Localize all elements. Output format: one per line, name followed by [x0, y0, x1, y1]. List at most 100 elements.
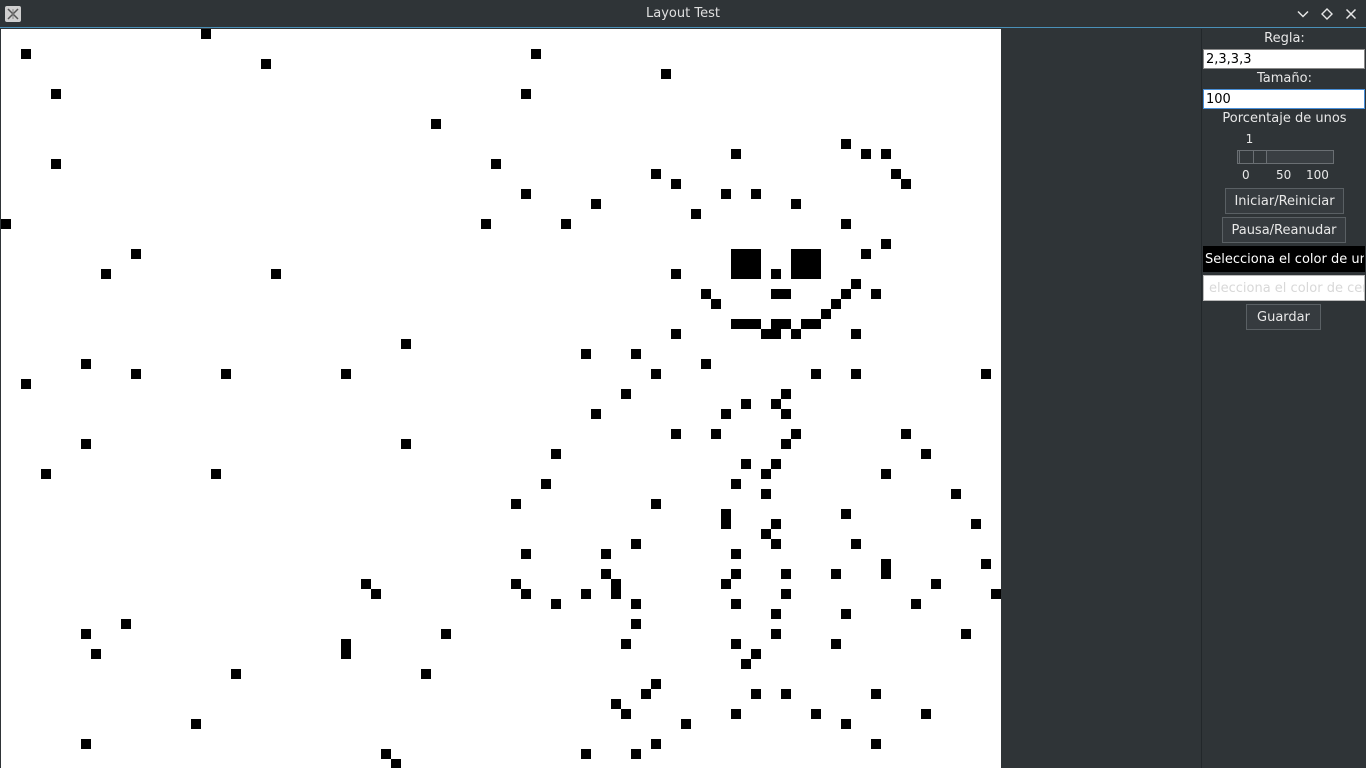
- live-cell: [131, 249, 141, 259]
- live-cell: [541, 479, 551, 489]
- live-cell: [781, 689, 791, 699]
- live-cell: [581, 349, 591, 359]
- live-cell: [771, 399, 781, 409]
- live-cell: [741, 459, 751, 469]
- size-input[interactable]: [1203, 89, 1365, 109]
- live-cell: [921, 709, 931, 719]
- live-cell: [851, 369, 861, 379]
- live-cell: [441, 629, 451, 639]
- live-cell: [721, 409, 731, 419]
- live-cell: [911, 599, 921, 609]
- live-cell: [521, 189, 531, 199]
- live-cell: [261, 59, 271, 69]
- live-cell: [771, 319, 781, 329]
- live-cell: [691, 209, 701, 219]
- zeros-color-button[interactable]: elecciona el color de cero: [1203, 275, 1365, 301]
- live-cell: [761, 469, 771, 479]
- live-cell: [721, 579, 731, 589]
- automaton-canvas[interactable]: [0, 29, 1001, 768]
- live-cell: [861, 149, 871, 159]
- rule-label: Regla:: [1264, 31, 1305, 46]
- live-cell: [631, 619, 641, 629]
- live-cell: [771, 329, 781, 339]
- live-cell: [531, 49, 541, 59]
- start-restart-button[interactable]: Iniciar/Reiniciar: [1225, 188, 1344, 214]
- close-button[interactable]: [1342, 5, 1360, 23]
- live-cell: [751, 689, 761, 699]
- live-cell: [211, 469, 221, 479]
- live-cell: [771, 519, 781, 529]
- live-cell: [781, 289, 791, 299]
- live-cell: [581, 749, 591, 759]
- live-cell: [521, 549, 531, 559]
- slider-thumb[interactable]: [1239, 150, 1267, 164]
- live-cell: [851, 539, 861, 549]
- live-cell: [231, 669, 241, 679]
- live-cell: [931, 579, 941, 589]
- live-cell: [431, 119, 441, 129]
- live-cell: [591, 409, 601, 419]
- live-cell: [681, 719, 691, 729]
- live-cell: [921, 449, 931, 459]
- live-cell: [611, 589, 621, 599]
- live-cell: [751, 189, 761, 199]
- live-cell: [551, 599, 561, 609]
- live-cell: [781, 569, 791, 579]
- live-cell: [731, 569, 741, 579]
- close-icon: [1345, 8, 1357, 20]
- live-cell: [831, 299, 841, 309]
- save-button[interactable]: Guardar: [1246, 304, 1321, 330]
- live-cell: [781, 589, 791, 599]
- live-cell: [631, 749, 641, 759]
- live-cell: [901, 429, 911, 439]
- live-cell: [901, 179, 911, 189]
- live-cell: [871, 689, 881, 699]
- live-cell: [981, 369, 991, 379]
- live-cell: [871, 289, 881, 299]
- maximize-button[interactable]: [1318, 5, 1336, 23]
- live-cell: [521, 589, 531, 599]
- live-cell: [271, 269, 281, 279]
- diamond-icon: [1321, 8, 1333, 20]
- live-cell: [81, 739, 91, 749]
- live-cell: [821, 309, 831, 319]
- live-cell: [591, 199, 601, 209]
- live-cell: [811, 319, 821, 329]
- title-bar: Layout Test: [0, 0, 1366, 28]
- live-cell: [791, 329, 801, 339]
- chevron-down-icon: [1297, 10, 1309, 18]
- live-cell: [551, 449, 561, 459]
- ones-color-button[interactable]: Selecciona el color de unos: [1203, 246, 1365, 272]
- minimize-button[interactable]: [1294, 5, 1312, 23]
- live-cell: [721, 189, 731, 199]
- rule-input[interactable]: [1203, 49, 1365, 69]
- live-cell: [771, 269, 781, 279]
- live-cell: [631, 539, 641, 549]
- live-cell: [671, 269, 681, 279]
- live-cell: [51, 159, 61, 169]
- percent-slider[interactable]: [1237, 150, 1334, 164]
- live-block: [791, 249, 821, 279]
- live-cell: [651, 369, 661, 379]
- live-cell: [721, 519, 731, 529]
- live-cell: [791, 429, 801, 439]
- live-cell: [881, 149, 891, 159]
- live-cell: [771, 289, 781, 299]
- live-cell: [391, 759, 401, 768]
- live-cell: [201, 29, 211, 39]
- live-cell: [381, 749, 391, 759]
- live-cell: [731, 549, 741, 559]
- live-cell: [731, 709, 741, 719]
- live-cell: [651, 739, 661, 749]
- live-cell: [841, 139, 851, 149]
- pause-resume-button[interactable]: Pausa/Reanudar: [1222, 217, 1346, 243]
- live-cell: [611, 699, 621, 709]
- live-cell: [511, 579, 521, 589]
- control-panel: Regla: Tamaño: Porcentaje de unos 1 0 50…: [1201, 29, 1366, 768]
- live-cell: [711, 299, 721, 309]
- live-cell: [621, 639, 631, 649]
- live-cell: [741, 319, 751, 329]
- percent-label: Porcentaje de unos: [1222, 111, 1347, 126]
- live-cell: [881, 239, 891, 249]
- live-cell: [631, 349, 641, 359]
